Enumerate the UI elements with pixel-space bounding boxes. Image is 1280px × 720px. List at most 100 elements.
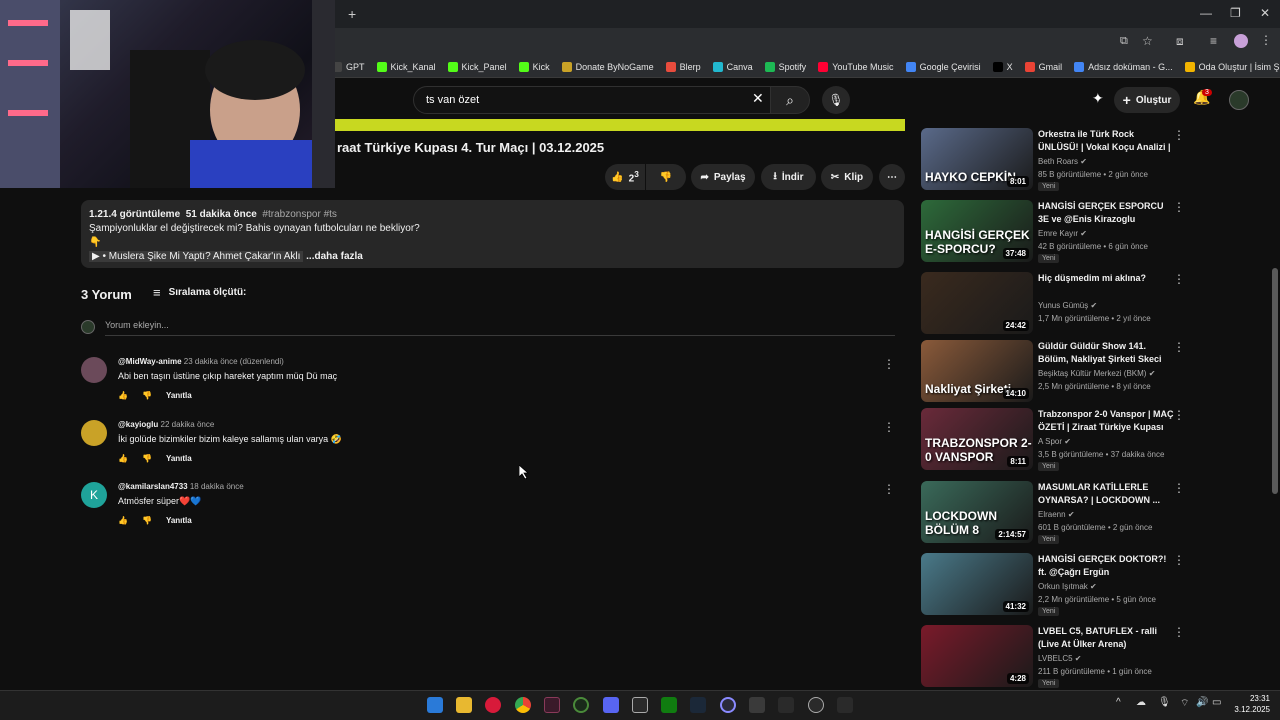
network-icon[interactable]: ☁ <box>1136 697 1146 708</box>
tray-overflow-icon[interactable]: ^ <box>1116 697 1121 708</box>
discord-icon[interactable] <box>603 697 619 713</box>
steam-icon[interactable] <box>690 697 706 713</box>
clock[interactable]: 23:31 3.12.2025 <box>1230 693 1270 715</box>
minimize-icon[interactable]: — <box>1200 6 1212 20</box>
epic-games-icon[interactable] <box>632 697 648 713</box>
video-thumbnail[interactable]: HANGİSİ GERÇEK E-SPORCU? 37:48 <box>921 200 1033 262</box>
video-thumbnail[interactable]: 41:32 <box>921 553 1033 615</box>
wifi-icon[interactable]: ⌔ <box>1180 697 1189 710</box>
recommended-title[interactable]: HANGİSİ GERÇEK ESPORCU 3E ve @Enis Kiraz… <box>1038 200 1176 226</box>
bookmark-item[interactable]: YouTube Music <box>818 61 894 72</box>
volume-icon[interactable]: 🔊 <box>1196 697 1208 708</box>
recommended-title[interactable]: HANGİSİ GERÇEK DOKTOR?! ft. @Çağrı Ergün <box>1038 553 1176 579</box>
account-avatar[interactable] <box>1229 90 1249 110</box>
recommended-title[interactable]: Orkestra ile Türk Rock ÜNLÜSÜ! | Vokal K… <box>1038 128 1176 154</box>
commenter-name[interactable]: @MidWay-anime <box>118 357 182 366</box>
bookmark-item[interactable]: X <box>992 61 1013 72</box>
recommended-video[interactable]: HAYKO CEPKİN 8:01 Orkestra ile Türk Rock Ü… <box>921 128 1191 191</box>
recommended-title[interactable]: Güldür Güldür Show 141. Bölüm, Nakliyat … <box>1038 340 1176 366</box>
sort-button[interactable]: ≡ Sıralama ölçütü: <box>153 285 246 300</box>
bookmark-item[interactable]: Donate ByNoGame <box>561 61 654 72</box>
channel-name[interactable]: Beşiktaş Kültür Merkezi (BKM) ✔ <box>1038 369 1155 378</box>
bookmark-item[interactable]: Kick <box>518 61 550 72</box>
channel-name[interactable]: Emre Kayır ✔ <box>1038 229 1087 238</box>
extension-gear-icon[interactable]: ✦ <box>1092 90 1104 107</box>
bookmark-item[interactable]: Canva <box>712 61 753 72</box>
recommended-video[interactable]: 4:28 LVBEL C5, BATUFLEX - ralli (Live At … <box>921 625 1191 688</box>
kick-app-icon[interactable] <box>778 697 794 713</box>
like-button[interactable]: 👍 23 <box>605 164 645 190</box>
comment-menu-icon[interactable]: ⋮ <box>883 482 895 496</box>
thumbs-down-icon[interactable]: 👎 <box>142 391 152 400</box>
video-menu-icon[interactable]: ⋮ <box>1173 481 1185 495</box>
video-menu-icon[interactable]: ⋮ <box>1173 340 1185 354</box>
profile-avatar[interactable] <box>1234 34 1248 48</box>
mic-tray-icon[interactable]: 🎙 <box>1158 697 1171 708</box>
comment-menu-icon[interactable]: ⋮ <box>883 420 895 434</box>
reply-button[interactable]: Yanıtla <box>166 454 192 463</box>
channel-name[interactable]: A Spor ✔ <box>1038 437 1071 446</box>
recommended-title[interactable]: LVBEL C5, BATUFLEX - ralli (Live At Ülke… <box>1038 625 1176 651</box>
thumbs-up-icon[interactable]: 👍 <box>118 516 128 525</box>
bookmark-item[interactable]: Adsız doküman - G... <box>1074 61 1173 72</box>
share-button[interactable]: ➦ Paylaş <box>691 164 755 190</box>
recommended-video[interactable]: Nakliyat Şirketi 14:10 Güldür Güldür Show … <box>921 340 1191 402</box>
scrollbar-thumb[interactable] <box>1272 268 1278 494</box>
reply-button[interactable]: Yanıtla <box>166 516 192 525</box>
commenter-avatar[interactable] <box>81 420 107 446</box>
file-explorer-icon[interactable] <box>456 697 472 713</box>
video-player[interactable] <box>335 119 905 131</box>
recommended-title[interactable]: Trabzonspor 2-0 Vanspor | MAÇ ÖZETİ | Zi… <box>1038 408 1176 434</box>
voice-search-button[interactable]: 🎙 <box>822 86 850 114</box>
video-thumbnail[interactable]: HAYKO CEPKİN 8:01 <box>921 128 1033 190</box>
thumbs-down-icon[interactable]: 👎 <box>142 454 152 463</box>
channel-name[interactable]: Elraenn ✔ <box>1038 510 1075 519</box>
reading-list-icon[interactable]: ≡ <box>1210 34 1217 48</box>
app-icon[interactable] <box>749 697 765 713</box>
app-icon[interactable] <box>808 697 824 713</box>
start-menu-icon[interactable] <box>427 697 443 713</box>
recommended-video[interactable]: LOCKDOWN BÖLÜM 8 2:14:57 MASUMLAR KATİLLER… <box>921 481 1191 544</box>
chrome-icon[interactable] <box>515 697 531 713</box>
obs-app-icon[interactable] <box>573 697 589 713</box>
new-tab-button[interactable]: + <box>348 6 356 22</box>
dislike-button[interactable]: 👎 <box>646 164 686 190</box>
commenter-avatar[interactable] <box>81 357 107 383</box>
video-thumbnail[interactable]: Nakliyat Şirketi 14:10 <box>921 340 1033 402</box>
cast-icon[interactable]: ⧉ <box>1120 35 1128 48</box>
video-menu-icon[interactable]: ⋮ <box>1173 272 1185 286</box>
channel-name[interactable]: Yunus Gümüş ✔ <box>1038 301 1097 310</box>
media-app-icon[interactable] <box>485 697 501 713</box>
bookmark-item[interactable]: Kick_Kanal <box>376 61 436 72</box>
bookmark-item[interactable]: Blerp <box>665 61 701 72</box>
add-comment-input[interactable]: Yorum ekleyin... <box>105 320 895 336</box>
hashtags[interactable]: #trabzonspor #ts <box>262 209 337 220</box>
video-menu-icon[interactable]: ⋮ <box>1173 408 1185 422</box>
channel-name[interactable]: Orkun Işıtmak ✔ <box>1038 582 1097 591</box>
video-thumbnail[interactable]: 24:42 <box>921 272 1033 334</box>
commenter-avatar[interactable]: K <box>81 482 107 508</box>
restore-icon[interactable]: ❐ <box>1230 6 1241 20</box>
thumbs-up-icon[interactable]: 👍 <box>118 454 128 463</box>
reply-button[interactable]: Yanıtla <box>166 391 192 400</box>
comment-menu-icon[interactable]: ⋮ <box>883 357 895 371</box>
recommended-video[interactable]: HANGİSİ GERÇEK E-SPORCU? 37:48 HANGİSİ GER… <box>921 200 1191 263</box>
commenter-name[interactable]: @kayioglu <box>118 420 158 429</box>
bookmark-item[interactable]: Gmail <box>1024 61 1062 72</box>
video-menu-icon[interactable]: ⋮ <box>1173 200 1185 214</box>
browser-menu-icon[interactable]: ⋮ <box>1260 33 1272 47</box>
bookmark-item[interactable]: Spotify <box>764 61 806 72</box>
recommended-video[interactable]: 24:42 Hiç düşmedim mi aklına? Yunus Gümüş … <box>921 272 1191 334</box>
recommended-title[interactable]: Hiç düşmedim mi aklına? <box>1038 272 1176 285</box>
clear-search-icon[interactable]: ✕ <box>752 90 764 107</box>
video-thumbnail[interactable]: TRABZONSPOR 2-0 VANSPOR 8:11 <box>921 408 1033 470</box>
thumbs-down-icon[interactable]: 👎 <box>142 516 152 525</box>
xbox-icon[interactable] <box>661 697 677 713</box>
close-icon[interactable]: ✕ <box>1260 6 1270 20</box>
bookmark-item[interactable]: GPT <box>332 61 365 72</box>
video-thumbnail[interactable]: 4:28 <box>921 625 1033 687</box>
show-more-button[interactable]: ...daha fazla <box>306 251 363 262</box>
recommended-video[interactable]: TRABZONSPOR 2-0 VANSPOR 8:11 Trabzonspor 2… <box>921 408 1191 471</box>
video-menu-icon[interactable]: ⋮ <box>1173 553 1185 567</box>
commenter-name[interactable]: @kamilarslan4733 <box>118 482 188 491</box>
